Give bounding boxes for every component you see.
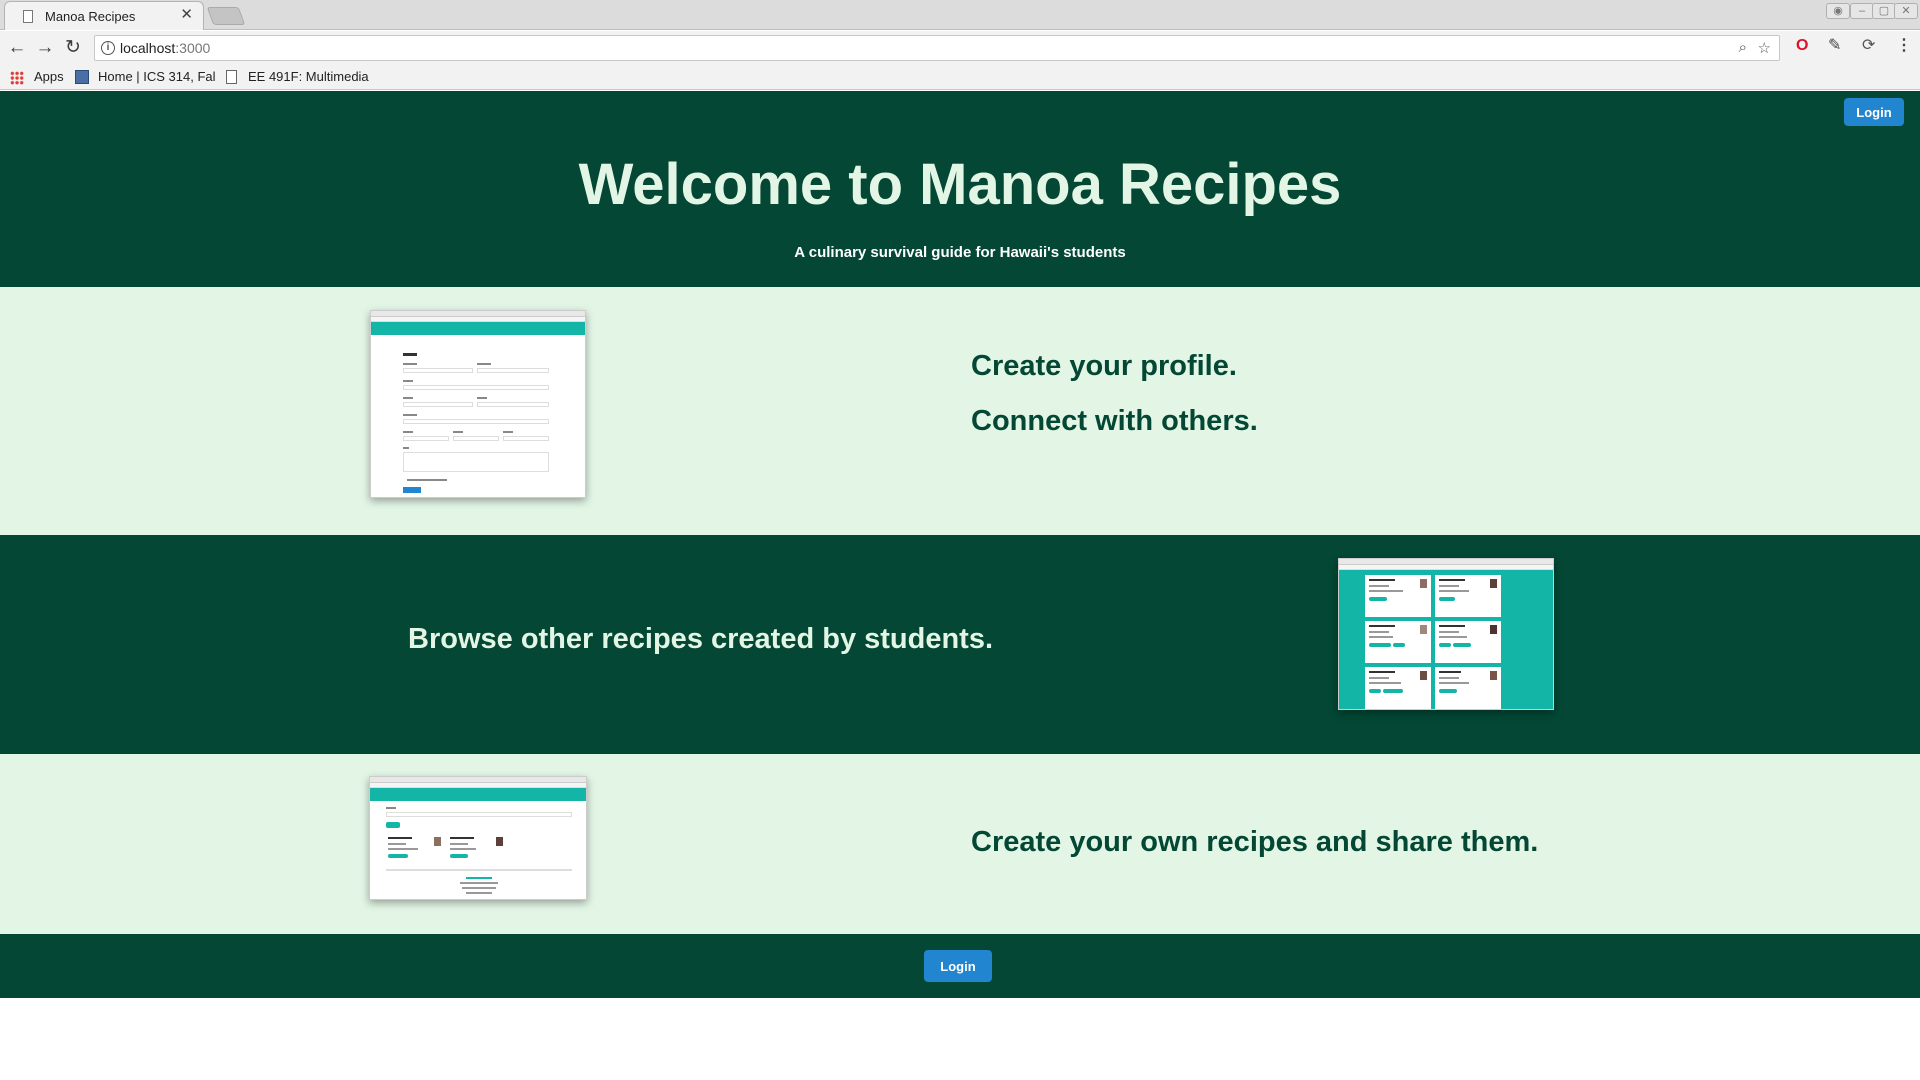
create-recipes-feature-section: Create your own recipes and share them. xyxy=(0,754,1920,934)
address-bar[interactable]: i localhost:3000 ⌕ ☆ xyxy=(94,35,1780,61)
feature-browse-text: Browse other recipes created by students… xyxy=(408,623,994,655)
zoom-icon[interactable]: ⌕ xyxy=(1739,39,1747,56)
browse-screenshot xyxy=(1338,558,1554,710)
apps-icon xyxy=(10,71,24,85)
browser-tab[interactable]: Manoa Recipes ✕ xyxy=(4,1,204,30)
minimize-icon[interactable]: – xyxy=(1850,3,1874,19)
profile-feature-section: Create your profile. Connect with others… xyxy=(0,287,1920,535)
bookmark-home[interactable]: Home | ICS 314, Fal xyxy=(98,69,216,84)
feature-connect-text: Connect with others. xyxy=(971,405,1258,437)
bookmark-star-icon[interactable]: ☆ xyxy=(1758,39,1771,57)
eyedropper-extension-icon[interactable]: ✎ xyxy=(1828,35,1841,57)
url-host: localhost xyxy=(120,40,176,56)
close-tab-icon[interactable]: ✕ xyxy=(180,7,193,23)
page-icon xyxy=(23,10,33,23)
feature-profile-text: Create your profile. xyxy=(971,350,1237,382)
bookmark-ee491f[interactable]: EE 491F: Multimedia xyxy=(248,69,369,84)
page-content: Login Welcome to Manoa Recipes A culinar… xyxy=(0,91,1920,998)
bookmarks-bar: Apps Home | ICS 314, Fal EE 491F: Multim… xyxy=(0,65,1920,90)
header-login-button[interactable]: Login xyxy=(1844,98,1904,126)
maximize-icon[interactable]: ▢ xyxy=(1872,3,1896,19)
opera-extension-icon[interactable]: O xyxy=(1796,35,1808,57)
close-window-icon[interactable]: ✕ xyxy=(1894,3,1918,19)
feature-create-recipes-text: Create your own recipes and share them. xyxy=(971,826,1539,858)
footer-section: Login xyxy=(0,934,1920,998)
browser-tabstrip: Manoa Recipes ✕ ◉ – ▢ ✕ xyxy=(0,0,1920,30)
profile-icon[interactable]: ◉ xyxy=(1826,3,1850,19)
page-subtitle: A culinary survival guide for Hawaii's s… xyxy=(794,244,1126,261)
info-icon[interactable]: i xyxy=(101,41,115,55)
back-icon[interactable]: ← xyxy=(6,37,28,59)
page-title: Welcome to Manoa Recipes xyxy=(578,152,1342,217)
profile-screenshot xyxy=(370,310,586,498)
footer-login-button[interactable]: Login xyxy=(924,950,992,982)
bookmark-apps[interactable]: Apps xyxy=(34,69,64,84)
forward-icon[interactable]: → xyxy=(34,37,56,59)
reload-icon[interactable]: ↻ xyxy=(62,37,84,59)
url-port: :3000 xyxy=(175,40,211,56)
bookmark-doc-icon xyxy=(226,70,237,84)
bookmark-home-icon xyxy=(75,70,89,84)
hero-section: Login Welcome to Manoa Recipes A culinar… xyxy=(0,91,1920,287)
browse-feature-section: Browse other recipes created by students… xyxy=(0,535,1920,754)
create-recipes-screenshot xyxy=(369,776,587,900)
extension-icon[interactable]: ⟳ xyxy=(1862,35,1875,57)
browser-toolbar: ← → ↻ i localhost:3000 ⌕ ☆ xyxy=(0,31,1920,65)
menu-icon[interactable]: ⋮ xyxy=(1896,35,1912,57)
new-tab-button[interactable] xyxy=(206,7,246,25)
tab-title: Manoa Recipes xyxy=(45,9,136,24)
url-text: localhost:3000 xyxy=(120,40,210,56)
